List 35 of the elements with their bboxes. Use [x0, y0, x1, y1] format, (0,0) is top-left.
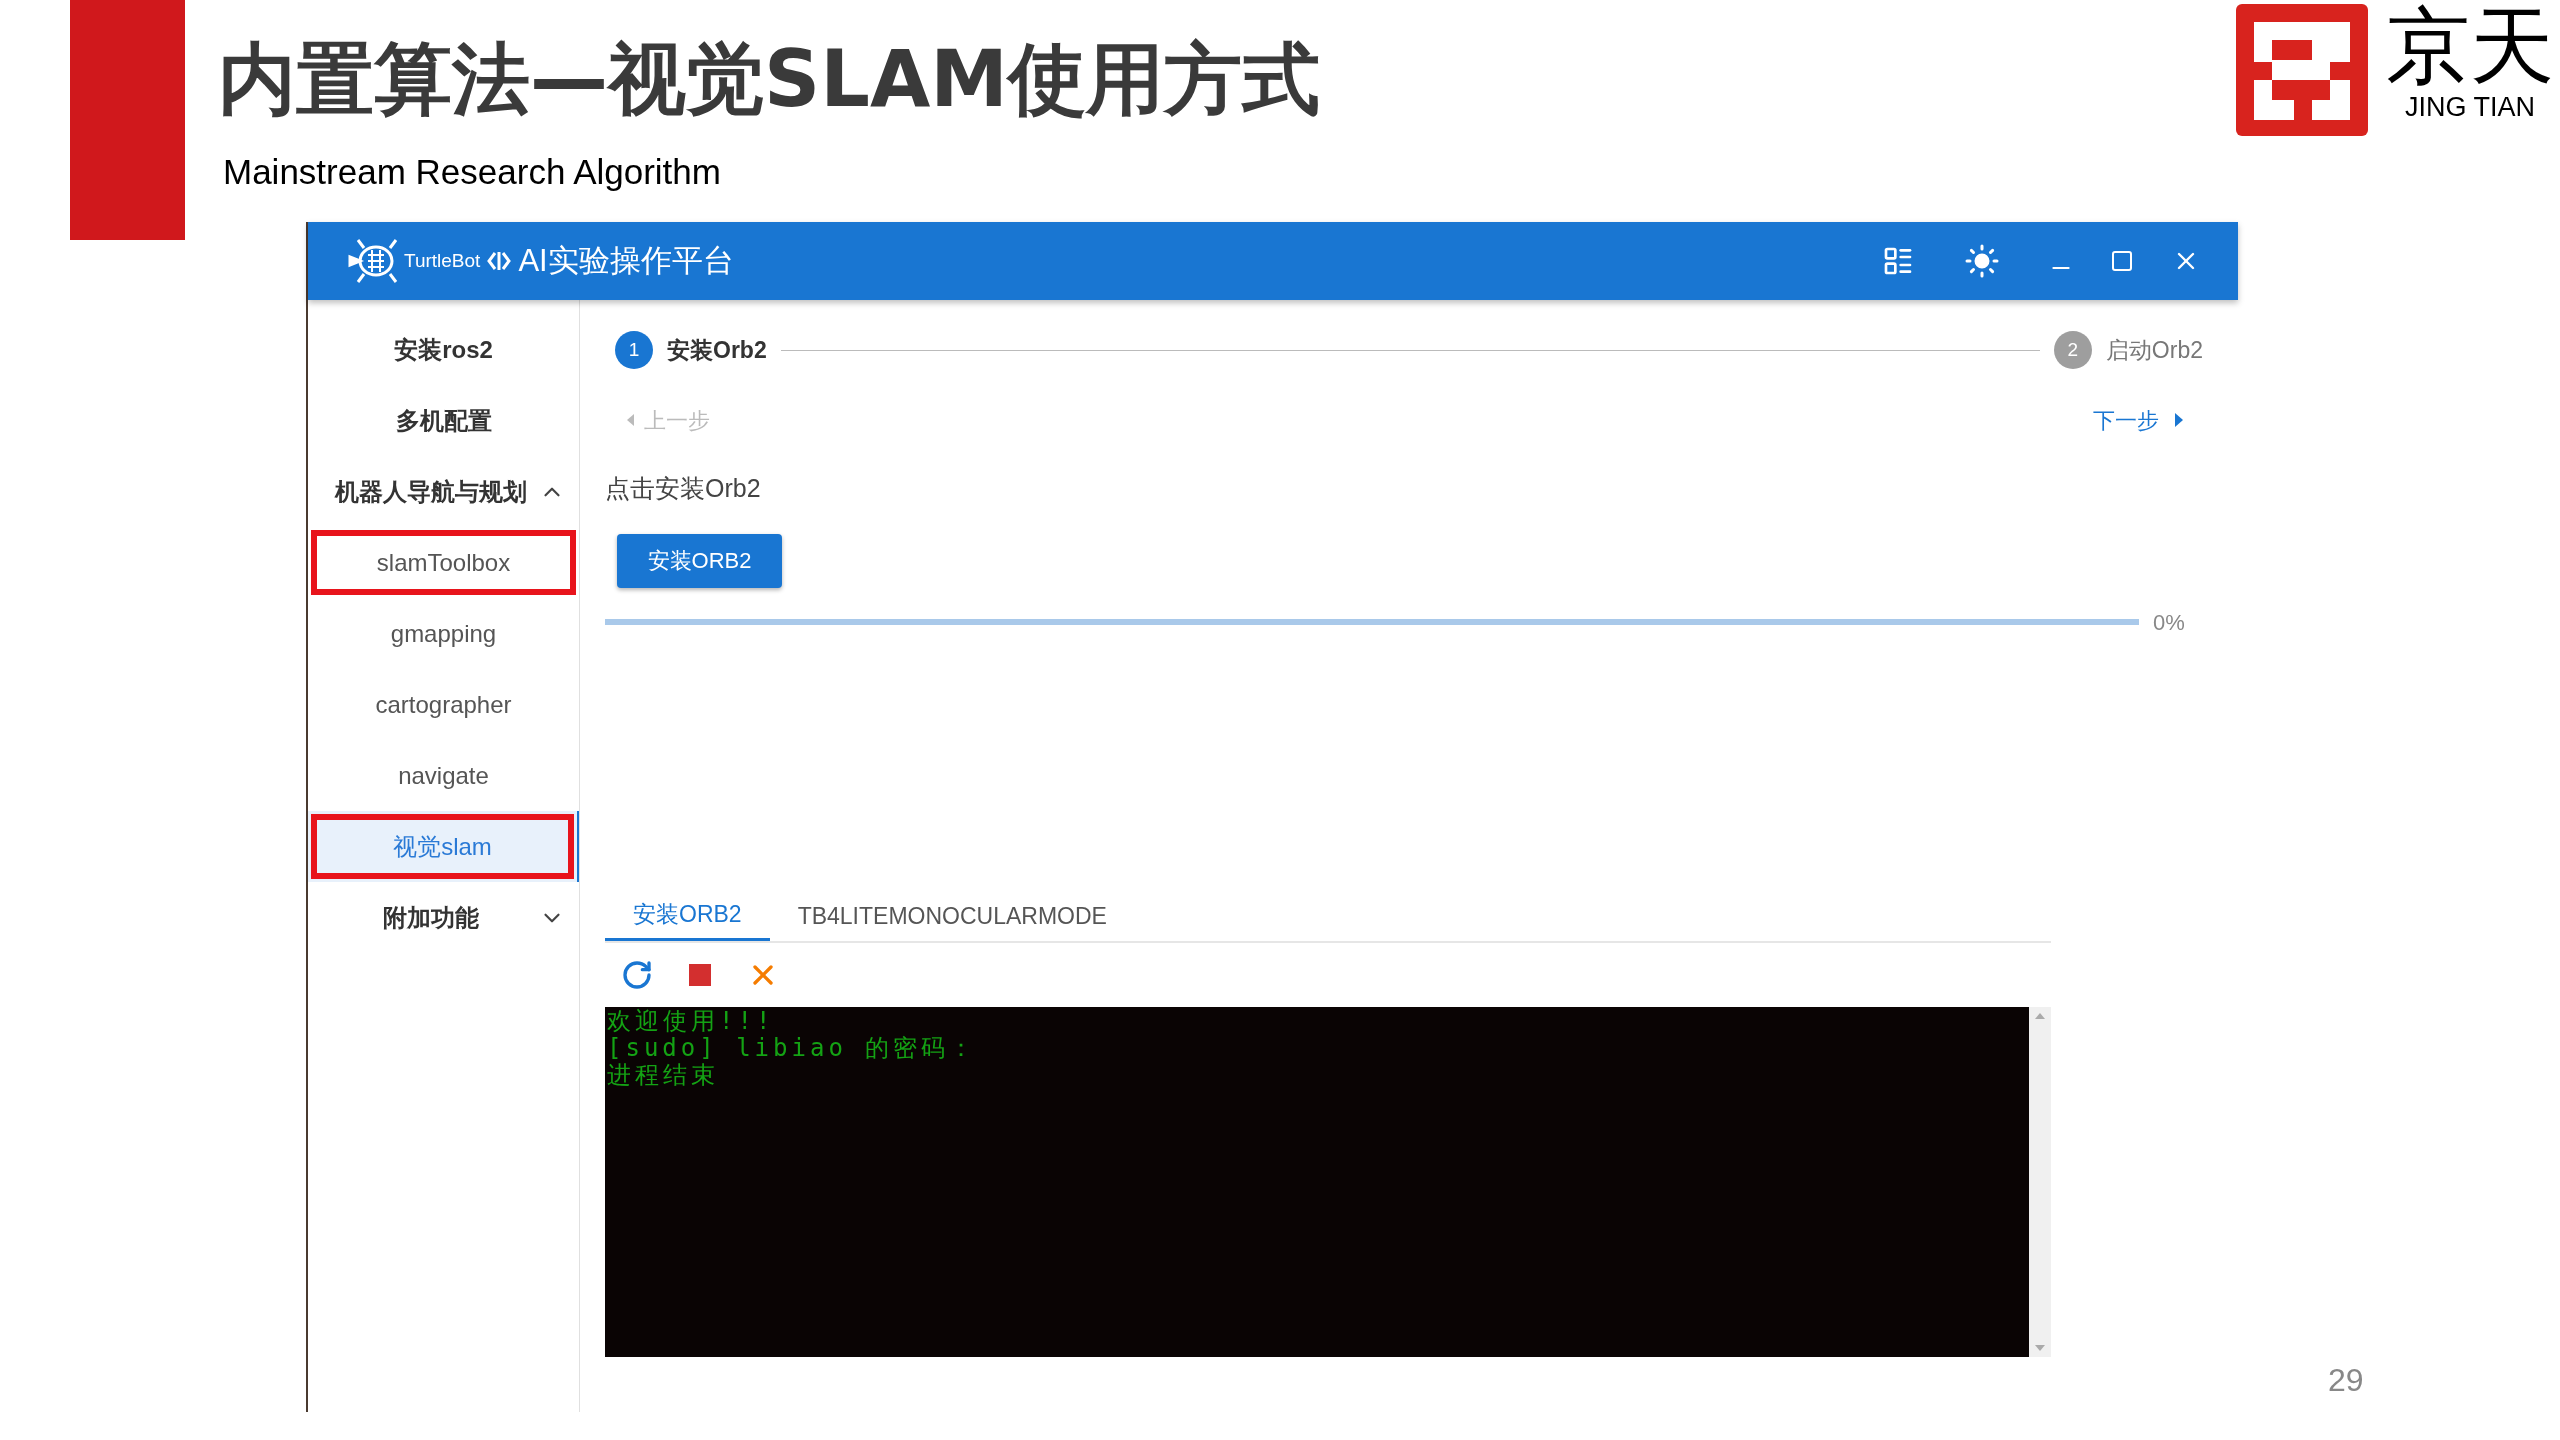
sidebar-item[interactable]: slamToolbox: [308, 527, 579, 598]
slide-title: 内置算法—视觉SLAM使用方式: [218, 40, 1320, 118]
sidebar-item[interactable]: 安装ros2: [308, 314, 579, 385]
sidebar-item[interactable]: gmapping: [308, 598, 579, 669]
brand-text: TurtleBot: [404, 248, 481, 273]
progress-reading: 0%: [2153, 608, 2186, 637]
scrollbar[interactable]: [2029, 1007, 2051, 1357]
step-number: 1: [615, 331, 653, 369]
tab[interactable]: 安装ORB2: [605, 891, 770, 941]
restart-icon[interactable]: [621, 959, 653, 991]
terminal-line: [sudo] libiao 的密码：: [607, 1035, 979, 1062]
page-number: 29: [2328, 1361, 2364, 1400]
step-label: 启动Orb2: [2105, 335, 2203, 365]
sidebar-item[interactable]: 视觉slam: [308, 811, 579, 882]
app-title: AI实验操作平台: [518, 241, 734, 280]
terminal-line: 欢迎使用!!!: [607, 1008, 776, 1035]
sidebar-item[interactable]: cartographer: [308, 669, 579, 740]
sidebar-item[interactable]: navigate: [308, 740, 579, 811]
sidebar-group[interactable]: 机器人导航与规划: [308, 456, 579, 527]
sidebar-group[interactable]: 附加功能: [308, 882, 579, 953]
next-step-button[interactable]: 下一步: [2093, 403, 2183, 437]
maximize-icon[interactable]: [2110, 249, 2134, 273]
step-number: 2: [2053, 331, 2092, 369]
terminal-line: 进程结束: [607, 1062, 720, 1089]
theme-icon[interactable]: [1964, 243, 2000, 279]
slide-subtitle: Mainstream Research Algorithm: [223, 151, 721, 193]
layout-icon[interactable]: [1882, 245, 1914, 277]
tab[interactable]: TB4LITEMONOCULARMODE: [769, 891, 1135, 941]
instruction-text: 点击安装Orb2: [605, 473, 762, 504]
logo-text: 京天: [2386, 4, 2554, 88]
install-button[interactable]: 安装ORB2: [617, 533, 782, 588]
logo-caption: JING TIAN: [2405, 94, 2535, 121]
sidebar-item[interactable]: 多机配置: [308, 385, 579, 456]
step-label: 安装Orb2: [667, 335, 767, 365]
logo-mark-icon: [2236, 4, 2368, 136]
